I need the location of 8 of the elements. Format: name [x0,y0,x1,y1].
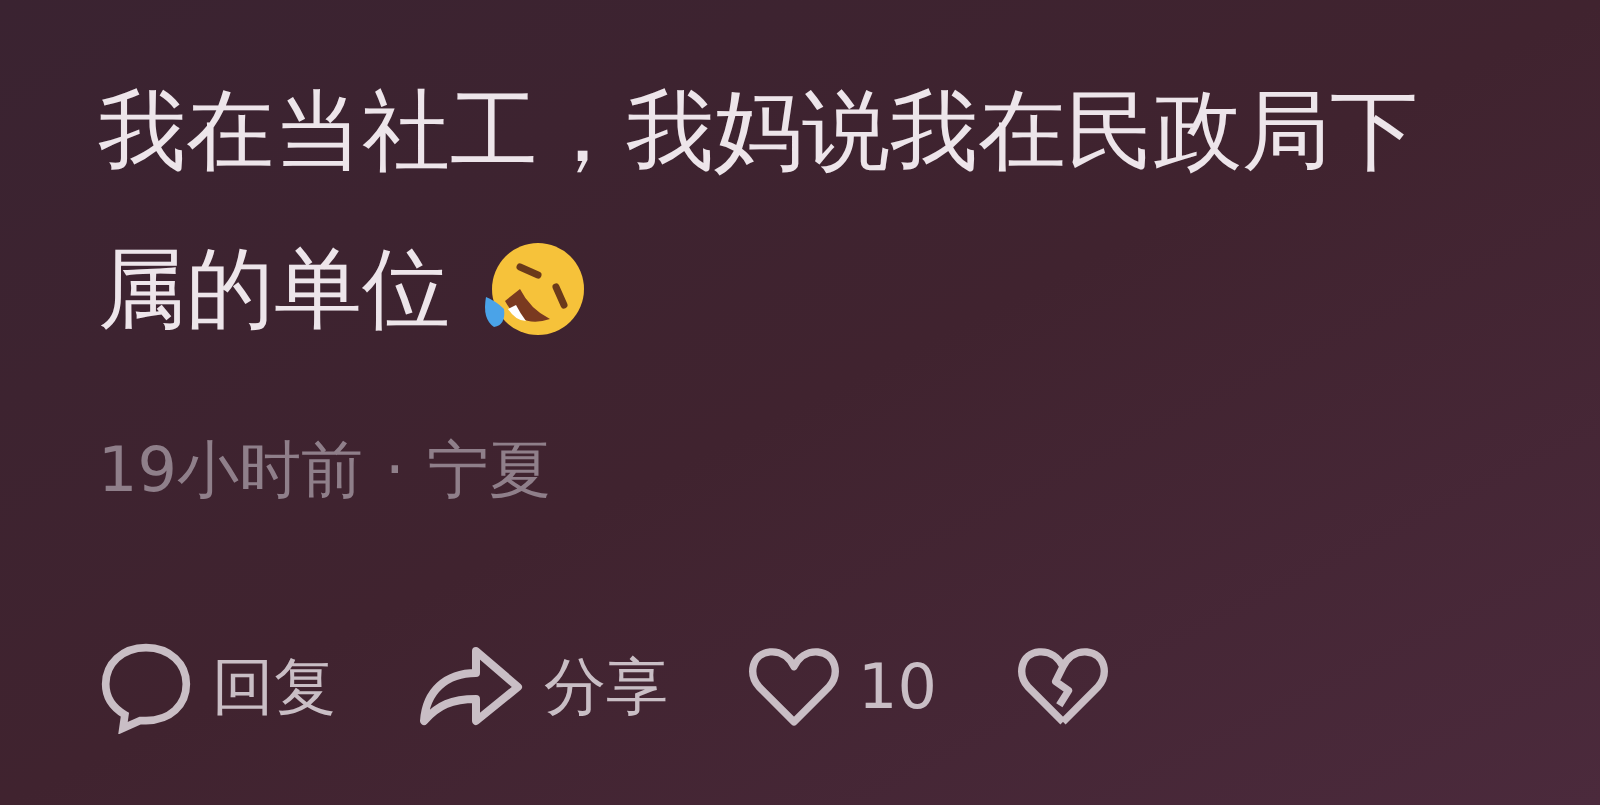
comment-text-line: 我在当社工，我妈说我在民政局下 [98,78,1419,184]
time-text: 19小时前 [98,432,363,508]
share-button[interactable]: 分享 [416,639,668,733]
reply-button[interactable]: 回复 [98,638,336,734]
comment-text-line: 属的单位 [98,236,450,342]
separator: · [384,432,405,508]
like-button[interactable]: 10 [748,639,937,733]
location-text: 宁夏 [426,432,551,508]
